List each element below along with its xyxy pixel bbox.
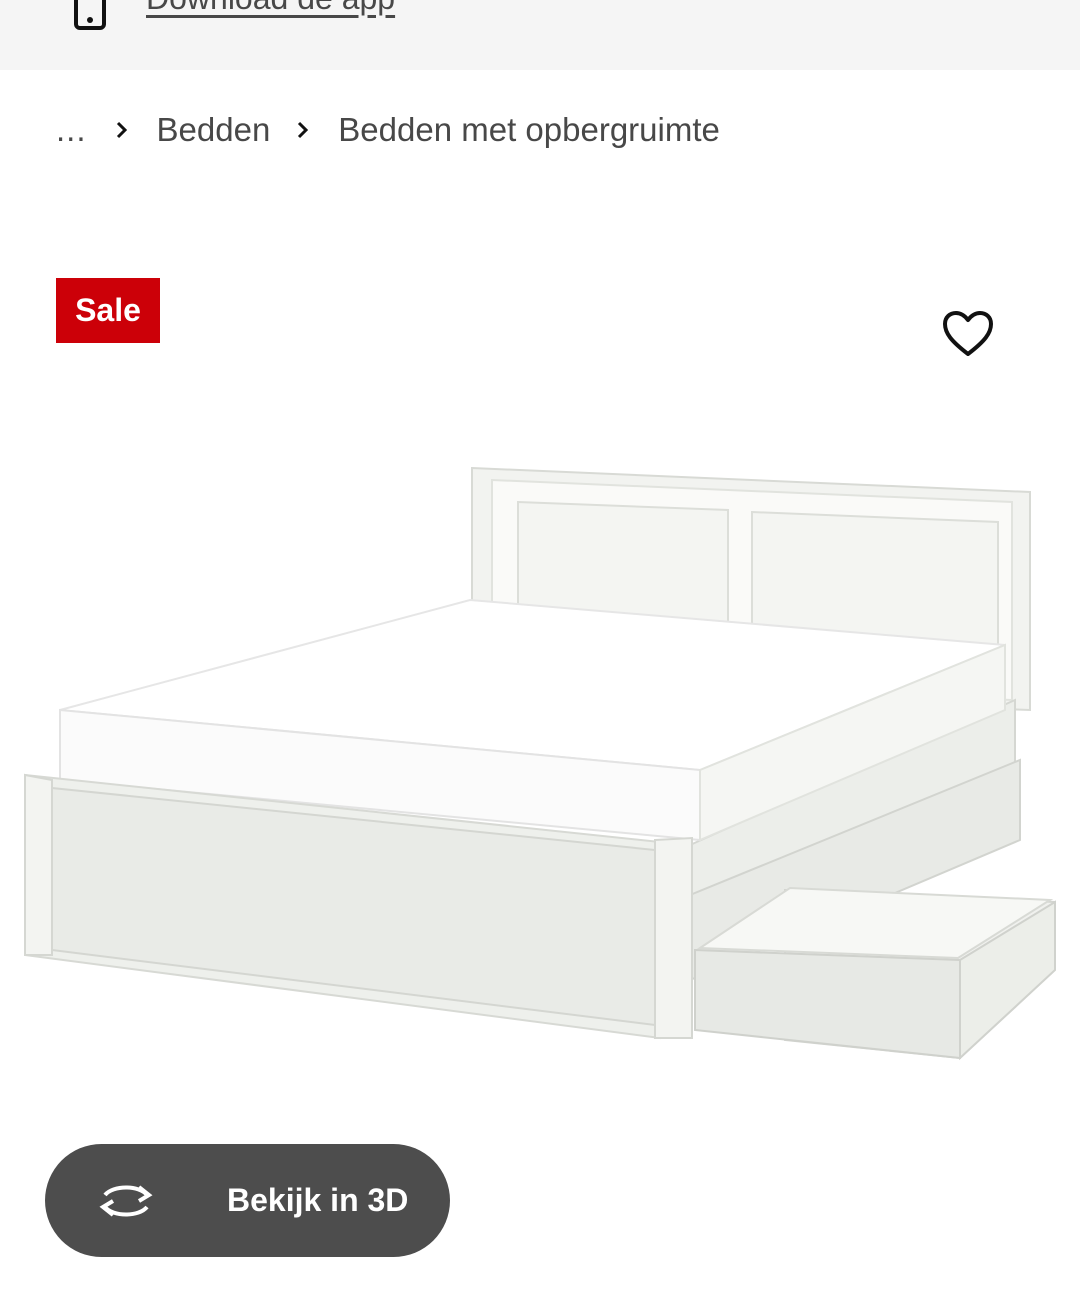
chevron-right-icon [116, 121, 127, 139]
app-download-banner: Download de app [0, 0, 1080, 70]
breadcrumb-ellipsis[interactable]: ... [56, 111, 87, 149]
view-in-3d-label: Bekijk in 3D [227, 1182, 409, 1218]
view-in-3d-button[interactable]: Bekijk in 3D [45, 1144, 450, 1257]
phone-icon [74, 0, 106, 30]
heart-icon [943, 311, 993, 356]
chevron-right-icon [298, 121, 309, 139]
breadcrumb: ... Bedden Bedden met opbergruimte [56, 106, 720, 154]
breadcrumb-item-bedden-met-opbergruimte[interactable]: Bedden met opbergruimte [338, 111, 720, 149]
breadcrumb-item-bedden[interactable]: Bedden [157, 111, 271, 149]
add-to-favorites-button[interactable] [934, 302, 1002, 366]
rotate-3d-icon [99, 1184, 153, 1217]
sale-badge: Sale [56, 278, 160, 343]
download-app-link[interactable]: Download de app [146, 0, 395, 17]
product-image[interactable] [0, 440, 1080, 1080]
